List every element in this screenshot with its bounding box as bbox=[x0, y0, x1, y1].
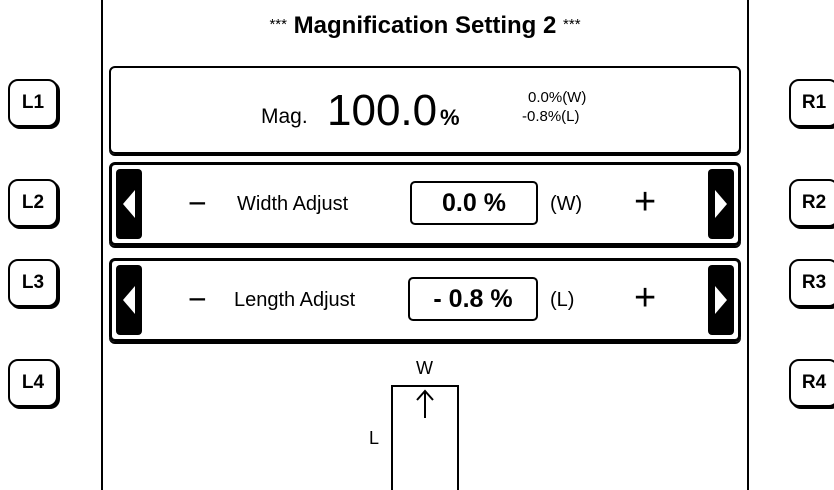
length-plus-button[interactable]: + bbox=[634, 277, 656, 320]
display-screen: *** Magnification Setting 2 *** Mag. 100… bbox=[101, 0, 749, 490]
width-plus-button[interactable]: + bbox=[634, 181, 656, 224]
diagram-l-label: L bbox=[369, 428, 380, 448]
l4-button[interactable]: L4 bbox=[8, 359, 58, 407]
right-arrow-icon[interactable] bbox=[708, 169, 734, 239]
mag-length-detail: -0.8%(L) bbox=[522, 108, 580, 125]
length-adjust-label: Length Adjust bbox=[234, 289, 356, 311]
r1-button[interactable]: R1 bbox=[789, 79, 834, 127]
width-axis-label: (W) bbox=[550, 193, 583, 215]
length-minus-button[interactable]: − bbox=[188, 281, 207, 318]
l3-button[interactable]: L3 bbox=[8, 259, 58, 307]
width-adjust-label: Width Adjust bbox=[237, 193, 349, 215]
width-adjust-value: 0.0 % bbox=[410, 181, 538, 225]
l1-button[interactable]: L1 bbox=[8, 79, 58, 127]
r2-button[interactable]: R2 bbox=[789, 179, 834, 227]
right-arrow-icon[interactable] bbox=[708, 265, 734, 335]
l2-button[interactable]: L2 bbox=[8, 179, 58, 227]
title-stars-left: *** bbox=[269, 16, 287, 33]
r3-button[interactable]: R3 bbox=[789, 259, 834, 307]
diagram-w-label: W bbox=[416, 358, 433, 378]
width-minus-button[interactable]: − bbox=[188, 185, 207, 222]
left-arrow-icon[interactable] bbox=[116, 169, 142, 239]
length-adjust-value: - 0.8 % bbox=[408, 277, 538, 321]
length-adjust-row: − Length Adjust - 0.8 % (L) + bbox=[109, 258, 741, 342]
mag-value: 100.0 bbox=[327, 86, 438, 135]
width-adjust-row: − Width Adjust 0.0 % (W) + bbox=[109, 162, 741, 246]
magnification-display: Mag. 100.0 % 0.0%(W) -0.8%(L) bbox=[109, 66, 741, 154]
mag-unit: % bbox=[440, 105, 460, 130]
length-axis-label: (L) bbox=[550, 289, 575, 311]
left-arrow-icon[interactable] bbox=[116, 265, 142, 335]
mag-width-detail: 0.0%(W) bbox=[528, 89, 587, 106]
title-stars-right: *** bbox=[563, 16, 581, 33]
up-arrow-icon bbox=[416, 389, 434, 418]
r4-button[interactable]: R4 bbox=[789, 359, 834, 407]
page-title: *** Magnification Setting 2 *** bbox=[103, 12, 747, 40]
mag-label: Mag. bbox=[261, 105, 308, 128]
title-text: Magnification Setting 2 bbox=[293, 12, 557, 39]
